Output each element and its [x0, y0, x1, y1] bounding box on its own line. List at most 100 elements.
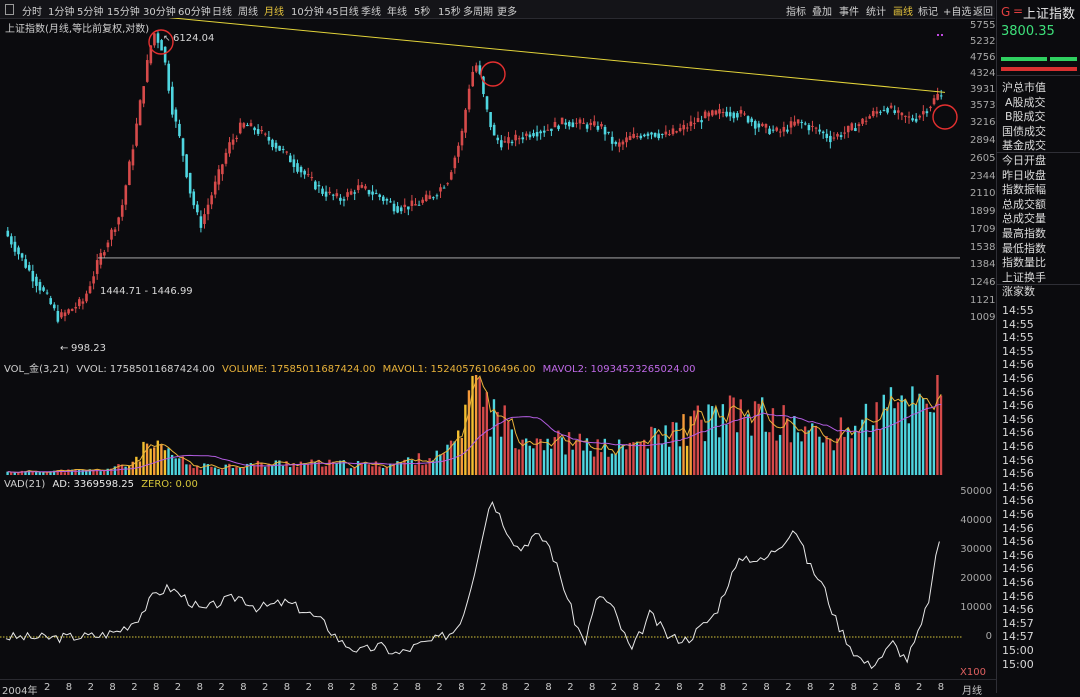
- timeframe-tab-11[interactable]: 季线: [361, 3, 381, 18]
- volume-bar: [203, 463, 206, 475]
- timeframe-tab-3[interactable]: 15分钟: [107, 3, 140, 18]
- candle-body: [199, 216, 203, 228]
- candle-body: [185, 154, 188, 178]
- quote-field-11[interactable]: 最低指数: [1002, 240, 1046, 256]
- timeframe-tab-14[interactable]: 15秒: [438, 3, 461, 18]
- candle-body: [589, 122, 593, 125]
- volume-bar: [871, 425, 875, 475]
- timeframe-tab-9[interactable]: 10分钟: [291, 3, 324, 18]
- candle-body: [635, 136, 639, 138]
- candle-body: [643, 134, 646, 137]
- timeframe-tab-6[interactable]: 日线: [212, 3, 232, 18]
- peak-arrow-icon: ↖: [163, 34, 171, 44]
- timeframe-tab-12[interactable]: 年线: [387, 3, 407, 18]
- toolbar-button-6[interactable]: +自选: [943, 3, 971, 18]
- candle-body: [321, 188, 324, 194]
- candle-body: [449, 172, 453, 180]
- candle-body: [711, 110, 714, 116]
- x-tick-label: 8: [894, 682, 901, 693]
- candle-body: [714, 110, 718, 115]
- quote-field-0[interactable]: 沪总市值: [1002, 79, 1046, 95]
- candle-body: [238, 122, 242, 134]
- toolbar-button-2[interactable]: 事件: [839, 3, 859, 18]
- toolbar-button-0[interactable]: 指标: [786, 3, 806, 18]
- quote-field-14[interactable]: 涨家数: [1002, 283, 1035, 299]
- volume-bar: [746, 414, 750, 475]
- timeframe-tab-7[interactable]: 周线: [238, 3, 258, 18]
- volume-chart[interactable]: [0, 372, 962, 476]
- candle-body: [217, 169, 221, 185]
- vad-chart[interactable]: [0, 490, 962, 680]
- quote-field-6[interactable]: 昨日收盘: [1002, 167, 1046, 183]
- toolbar-button-4[interactable]: 画线: [893, 3, 913, 18]
- main-y-tick: 4756: [970, 51, 996, 63]
- volume-bar: [932, 412, 936, 475]
- volume-bar: [868, 437, 871, 475]
- quote-field-1[interactable]: A股成交: [1005, 94, 1046, 110]
- x-tick-label: 8: [414, 682, 421, 693]
- timeframe-tab-1[interactable]: 1分钟: [48, 3, 74, 18]
- candle-body: [81, 301, 85, 304]
- candle-body: [281, 148, 285, 150]
- candle-body: [489, 112, 492, 128]
- candle-body: [829, 135, 832, 143]
- candle-body: [843, 132, 846, 134]
- candle-body: [396, 206, 399, 213]
- quote-field-5[interactable]: 今日开盘: [1002, 152, 1046, 168]
- panel-toggle-icon[interactable]: [5, 4, 14, 15]
- quote-field-3[interactable]: 国债成交: [1002, 123, 1046, 139]
- timeframe-tab-10[interactable]: 45日线: [326, 3, 359, 18]
- candlestick-chart[interactable]: 6124.04 998.23 1444.71 - 1446.99 ← ↖: [0, 18, 962, 358]
- minimize-icon[interactable]: =: [1013, 4, 1023, 18]
- volume-bar: [220, 469, 224, 475]
- volume-bar: [778, 434, 782, 475]
- candle-body: [707, 112, 711, 117]
- candle-body: [793, 121, 796, 126]
- quote-field-10[interactable]: 最高指数: [1002, 225, 1046, 241]
- timeframe-tab-2[interactable]: 5分钟: [77, 3, 103, 18]
- volume-bar: [231, 468, 235, 475]
- timeframe-tab-5[interactable]: 60分钟: [178, 3, 211, 18]
- candle-body: [156, 33, 160, 43]
- toolbar-button-3[interactable]: 统计: [866, 3, 886, 18]
- candle-body: [778, 131, 782, 133]
- toolbar: 分时 1分钟 5分钟 15分钟 30分钟 60分钟 日线 周线 月线 10分钟 45日线 季线 年线 5秒…: [0, 0, 995, 19]
- volume-bar: [685, 445, 689, 475]
- candle-body: [378, 194, 382, 197]
- candle-body: [242, 123, 246, 128]
- toolbar-button-5[interactable]: 标记: [918, 3, 938, 18]
- candle-body: [721, 111, 725, 113]
- vad-unit-label: X100: [960, 667, 986, 678]
- volume-bar: [503, 405, 506, 475]
- candle-body: [271, 139, 274, 148]
- quote-field-9[interactable]: 总成交量: [1002, 210, 1046, 226]
- quote-field-2[interactable]: B股成交: [1005, 108, 1046, 124]
- candle-body: [213, 181, 217, 195]
- timeframe-tab-15[interactable]: 多周期: [463, 3, 493, 18]
- volume-bar: [192, 468, 195, 475]
- volume-bar: [857, 431, 860, 475]
- volume-bar: [188, 464, 192, 475]
- toolbar-button-7[interactable]: 返回: [973, 3, 993, 18]
- main-y-tick: 1709: [970, 223, 996, 235]
- timeframe-tab-13[interactable]: 5秒: [414, 3, 430, 18]
- volume-bar: [560, 437, 564, 475]
- toolbar-button-1[interactable]: 叠加: [812, 3, 832, 18]
- quote-field-12[interactable]: 指数量比: [1002, 254, 1046, 270]
- volume-bar: [435, 450, 438, 475]
- candle-body: [303, 170, 306, 175]
- timeframe-tab-16[interactable]: 更多: [497, 3, 517, 18]
- quote-field-4[interactable]: 基金成交: [1002, 137, 1046, 153]
- quote-field-7[interactable]: 指数振幅: [1002, 181, 1046, 197]
- candle-body: [525, 133, 528, 136]
- x-tick-label: 8: [109, 682, 116, 693]
- trend-line: [167, 18, 946, 93]
- volume-bar: [467, 390, 471, 475]
- timeframe-tab-0[interactable]: 分时: [22, 3, 42, 18]
- candle-body: [607, 131, 610, 133]
- quote-field-8[interactable]: 总成交额: [1002, 196, 1046, 212]
- timeframe-tab-4[interactable]: 30分钟: [143, 3, 176, 18]
- quote-field-13[interactable]: 上证换手: [1002, 269, 1046, 285]
- volume-bar: [786, 418, 789, 475]
- timeframe-tab-8[interactable]: 月线: [264, 3, 284, 18]
